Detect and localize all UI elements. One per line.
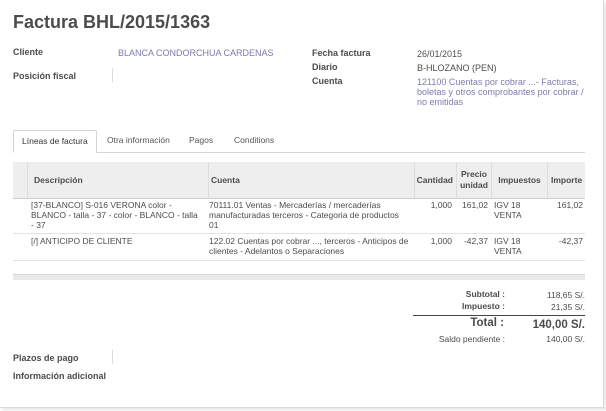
header-unit-price-line-1: Precio — [461, 169, 487, 179]
subtotal-value: 118,65 S/. — [546, 290, 585, 300]
journal-label: Diario — [312, 62, 338, 72]
header-account[interactable]: Cuenta — [208, 162, 414, 198]
header-unit-price-line-2: unidad — [460, 180, 488, 190]
row-1-description[interactable]: [37-BLANCO] S-016 VERONA color - BLANCO … — [31, 200, 207, 230]
row-divider — [13, 233, 585, 234]
fiscal-position-label: Posición fiscal — [13, 71, 77, 81]
row-1-taxes[interactable]: IGV 18 VENTA — [494, 200, 546, 220]
subtotal-label: Subtotal : — [465, 289, 505, 299]
row-1-description-line-2: BLANCO - talla - 37 - color - BLANCO - t… — [31, 210, 198, 220]
header-unit-price[interactable]: Precio unidad — [456, 162, 491, 198]
table-header: Descripción Cuenta Cantidad Precio unida… — [13, 162, 585, 199]
account-link[interactable]: 121100 Cuentas por cobrar ...- Facturas,… — [417, 77, 584, 107]
row-1-taxes-line-2: VENTA — [494, 210, 522, 220]
row-1-amount[interactable]: 161,02 — [547, 200, 583, 210]
row-1-account-line-3: 01 — [209, 220, 219, 230]
header-description[interactable]: Descripción — [27, 162, 208, 198]
invoice-date-value: 26/01/2015 — [417, 49, 463, 59]
header-quantity[interactable]: Cantidad — [414, 162, 456, 198]
row-1-taxes-line-1: IGV 18 — [494, 200, 521, 210]
total-value: 140,00 S/. — [532, 319, 585, 331]
payment-terms-label: Plazos de pago — [13, 353, 79, 363]
row-1-account-line-2: manufacturadas terceros - Categoria de p… — [209, 210, 399, 220]
row-2-quantity[interactable]: 1,000 — [414, 236, 452, 246]
total-separator — [413, 315, 585, 316]
row-2-account-line-1: 122.02 Cuentas por cobrar ..., terceros … — [209, 236, 409, 246]
row-2-taxes-line-1: IGV 18 — [494, 236, 521, 246]
header-taxes[interactable]: Impuestos — [491, 162, 547, 198]
row-2-unit-price[interactable]: -42,37 — [456, 236, 488, 246]
account-line-3: no emitidas — [417, 97, 464, 107]
header-amount[interactable]: Importe — [547, 162, 585, 198]
pending-balance-label: Saldo pendiente : — [438, 334, 505, 344]
tab-payments[interactable]: Pagos — [181, 130, 221, 151]
tab-invoice-lines[interactable]: Líneas de factura — [13, 130, 97, 153]
row-2-taxes-line-2: VENTA — [494, 246, 522, 256]
tax-label: Impuesto : — [462, 301, 505, 311]
tab-other-info[interactable]: Otra información — [99, 130, 178, 151]
row-2-taxes[interactable]: IGV 18 VENTA — [494, 236, 546, 256]
client-link[interactable]: BLANCA CONDORCHUA CARDENAS — [118, 48, 274, 58]
page-title: Factura BHL/2015/1363 — [13, 12, 211, 32]
additional-info-label: Información adicional — [13, 371, 107, 381]
payment-terms-field[interactable] — [112, 350, 113, 364]
fiscal-position-field[interactable] — [112, 68, 113, 82]
table-footer-bar — [13, 274, 585, 280]
row-1-account-line-1: 70111.01 Ventas - Mercaderías / mercader… — [209, 200, 381, 210]
total-label: Total : — [470, 317, 504, 329]
row-2-account-line-2: clientes - Adelantos o Separaciones — [209, 246, 345, 256]
row-2-description[interactable]: [/] ANTICIPO DE CLIENTE — [31, 236, 207, 246]
client-label: Cliente — [13, 47, 44, 57]
row-1-unit-price[interactable]: 161,02 — [456, 200, 488, 210]
row-1-quantity[interactable]: 1,000 — [414, 200, 452, 210]
tab-conditions[interactable]: Conditions — [226, 130, 282, 151]
account-label: Cuenta — [312, 76, 343, 86]
invoice-date-label: Fecha factura — [312, 48, 371, 58]
journal-value: B-HLOZANO (PEN) — [417, 63, 497, 73]
notebook-tabs: Líneas de factura Otra información Pagos… — [13, 130, 585, 153]
row-2-amount[interactable]: -42,37 — [547, 236, 583, 246]
row-divider — [13, 260, 585, 261]
row-2-description-line-1: [/] ANTICIPO DE CLIENTE — [31, 236, 133, 246]
account-line-1: 121100 Cuentas por cobrar ...- Facturas, — [417, 77, 579, 87]
row-1-account[interactable]: 70111.01 Ventas - Mercaderías / mercader… — [209, 200, 413, 230]
row-1-description-line-1: [37-BLANCO] S-016 VERONA color - — [31, 200, 172, 210]
pending-balance-value: 140,00 S/. — [546, 334, 585, 344]
invoice-form-sheet: Factura BHL/2015/1363 Cliente BLANCA CON… — [0, 0, 604, 408]
row-2-account[interactable]: 122.02 Cuentas por cobrar ..., terceros … — [209, 236, 419, 256]
account-line-2: boletas y otros comprobantes por cobrar … — [417, 87, 584, 97]
header-handle-column — [13, 162, 27, 198]
row-1-description-line-3: - 37 — [31, 220, 46, 230]
tax-value: 21,35 S/. — [550, 302, 585, 312]
